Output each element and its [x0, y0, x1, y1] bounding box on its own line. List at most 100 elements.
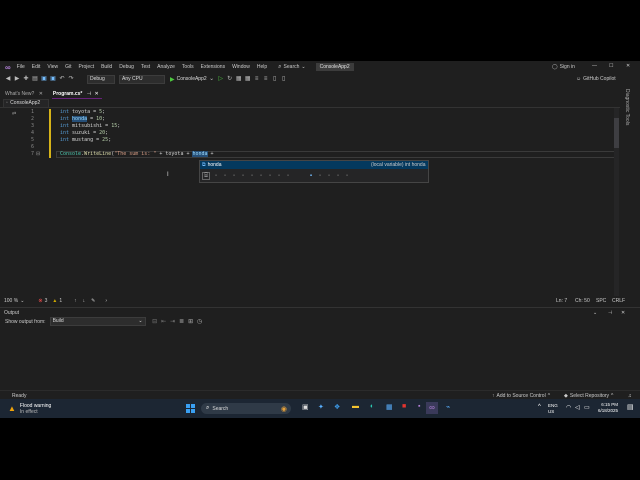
- code-line[interactable]: int suzuki = 20;: [60, 130, 214, 137]
- code-line[interactable]: int mitsubishi = 15;: [60, 123, 214, 130]
- vertical-scrollbar[interactable]: [614, 108, 619, 296]
- dropbox-icon[interactable]: ❖: [334, 403, 340, 411]
- word-wrap-icon[interactable]: ⊞: [188, 319, 194, 325]
- notification-bell-icon[interactable]: ♫: [628, 393, 632, 399]
- code-line[interactable]: int mustang = 25;: [60, 137, 214, 144]
- menu-item-file[interactable]: File: [17, 64, 25, 70]
- menu-item-project[interactable]: Project: [79, 64, 95, 70]
- tab-whats-new[interactable]: What's New? ✕: [5, 91, 43, 97]
- save-icon[interactable]: ▣: [41, 76, 47, 82]
- warning-icon[interactable]: ▲: [8, 404, 16, 413]
- filter-icon[interactable]: ▪: [222, 173, 228, 179]
- filter-icon[interactable]: ▪: [344, 173, 350, 179]
- language-indicator[interactable]: ENG US: [548, 403, 558, 415]
- github-copilot-button[interactable]: ☺ GitHub Copilot: [576, 76, 616, 82]
- new-item-icon[interactable]: ✚: [23, 76, 29, 82]
- find-icon[interactable]: ⊟: [152, 319, 158, 325]
- filter-icon[interactable]: ▪: [213, 173, 219, 179]
- code-editor[interactable]: ⇄ 1234567 ⊟ int toyota = 5; int honda = 1…: [0, 108, 620, 296]
- code-line[interactable]: Console.WriteLine("The sum is: " + toyot…: [60, 151, 214, 158]
- menu-item-edit[interactable]: Edit: [32, 64, 41, 70]
- start-button[interactable]: [186, 404, 195, 413]
- menu-item-build[interactable]: Build: [101, 64, 112, 70]
- code-line[interactable]: [60, 144, 214, 151]
- error-icon[interactable]: ⊗: [38, 298, 42, 304]
- weather-widget[interactable]: Flood warning In effect: [20, 403, 51, 415]
- close-icon[interactable]: ✕: [39, 91, 43, 97]
- filter-icon[interactable]: ▪: [240, 173, 246, 179]
- uncomment-icon[interactable]: ≡: [263, 76, 269, 82]
- filter-icon[interactable]: ▪: [308, 173, 314, 179]
- close-icon[interactable]: ✕: [95, 91, 99, 97]
- diagnostic-tools-side-tab[interactable]: Diagnostic Tools: [624, 89, 634, 149]
- close-icon[interactable]: ✕: [621, 310, 625, 316]
- menu-item-git[interactable]: Git: [65, 64, 71, 70]
- filter-icon[interactable]: ▪: [249, 173, 255, 179]
- filter-icon[interactable]: ▪: [276, 173, 282, 179]
- pin-icon[interactable]: ⊣: [87, 91, 91, 97]
- previous-message-icon[interactable]: ⇤: [161, 319, 167, 325]
- pin-icon[interactable]: ⊣: [608, 310, 612, 316]
- filter-icon[interactable]: ▪: [267, 173, 273, 179]
- filter-icon[interactable]: ▪: [317, 173, 323, 179]
- menu-item-view[interactable]: View: [47, 64, 58, 70]
- filter-icon[interactable]: ⌸: [202, 171, 210, 180]
- scrollbar-thumb[interactable]: [614, 118, 619, 148]
- clear-all-icon[interactable]: ≣: [179, 319, 185, 325]
- network-app-icon[interactable]: ⌁: [446, 403, 450, 411]
- completion-item[interactable]: ⧉ honda (local variable) int honda: [200, 161, 428, 169]
- menu-item-debug[interactable]: Debug: [119, 64, 134, 70]
- redo-icon[interactable]: ↷: [68, 76, 74, 82]
- minimize-button[interactable]: —: [592, 63, 597, 69]
- menu-item-analyze[interactable]: Analyze: [157, 64, 175, 70]
- store-icon[interactable]: ▦: [386, 403, 393, 411]
- close-button[interactable]: ✕: [626, 63, 630, 69]
- chevron-down-icon[interactable]: ⌄: [593, 310, 597, 316]
- open-icon[interactable]: ▤: [32, 76, 38, 82]
- hot-reload-icon[interactable]: ↻: [227, 76, 233, 82]
- output-source-dropdown[interactable]: Build ⌄: [49, 317, 146, 326]
- code-line[interactable]: int toyota = 5;: [60, 109, 214, 116]
- undo-icon[interactable]: ↶: [59, 76, 65, 82]
- maximize-button[interactable]: ☐: [609, 63, 613, 69]
- app-icon[interactable]: ■: [402, 403, 406, 410]
- save-all-icon[interactable]: ▣: [50, 76, 56, 82]
- filter-icon[interactable]: ▪: [326, 173, 332, 179]
- code-text[interactable]: int toyota = 5; int honda = 10; int mitsub…: [60, 109, 214, 158]
- line-ending-mode[interactable]: CRLF: [612, 298, 625, 304]
- select-repository-button[interactable]: ◆ Select Repository ^: [564, 393, 613, 399]
- clock[interactable]: 6:15 PM 6/18/2025: [598, 402, 618, 414]
- tool-icon[interactable]: ▦: [236, 76, 242, 82]
- back-icon[interactable]: ◀: [5, 76, 11, 82]
- code-line[interactable]: int honda = 10;: [60, 116, 214, 123]
- show-hidden-icons[interactable]: ^: [538, 404, 541, 410]
- down-arrow-icon[interactable]: ↓: [83, 298, 86, 304]
- up-arrow-icon[interactable]: ↑: [74, 298, 77, 304]
- whitespace-mode[interactable]: SPC: [596, 298, 606, 304]
- chevron-down-icon[interactable]: ⌄: [209, 76, 215, 82]
- arrow-icon[interactable]: ›: [105, 298, 107, 304]
- project-dropdown[interactable]: ▫ ConsoleApp2: [3, 98, 49, 108]
- configuration-dropdown[interactable]: Debug: [87, 74, 115, 84]
- menu-item-tools[interactable]: Tools: [182, 64, 194, 70]
- menu-item-window[interactable]: Window: [232, 64, 250, 70]
- filter-icon[interactable]: ▪: [335, 173, 341, 179]
- clock-icon[interactable]: ◷: [197, 319, 203, 325]
- comment-icon[interactable]: ≡: [254, 76, 260, 82]
- sign-in-button[interactable]: ◯ Sign in: [552, 64, 575, 70]
- wifi-icon[interactable]: ◠: [566, 404, 571, 411]
- run-icon[interactable]: ▶: [170, 76, 175, 83]
- menu-item-extensions[interactable]: Extensions: [201, 64, 225, 70]
- error-count[interactable]: 3: [45, 298, 48, 304]
- menu-item-test[interactable]: Test: [141, 64, 150, 70]
- filter-icon[interactable]: ▪: [231, 173, 237, 179]
- notification-icon[interactable]: ▤: [627, 403, 634, 411]
- search-box[interactable]: ⌕ Search ⌄: [278, 64, 305, 71]
- bookmark-icon[interactable]: ▯: [272, 76, 278, 82]
- filter-icon[interactable]: ▪: [285, 173, 291, 179]
- column-number[interactable]: Ch: 50: [575, 298, 590, 304]
- brush-icon[interactable]: ✎: [91, 298, 95, 304]
- task-view-icon[interactable]: ▣: [302, 403, 309, 411]
- line-number[interactable]: Ln: 7: [556, 298, 567, 304]
- platform-dropdown[interactable]: Any CPU: [119, 74, 165, 84]
